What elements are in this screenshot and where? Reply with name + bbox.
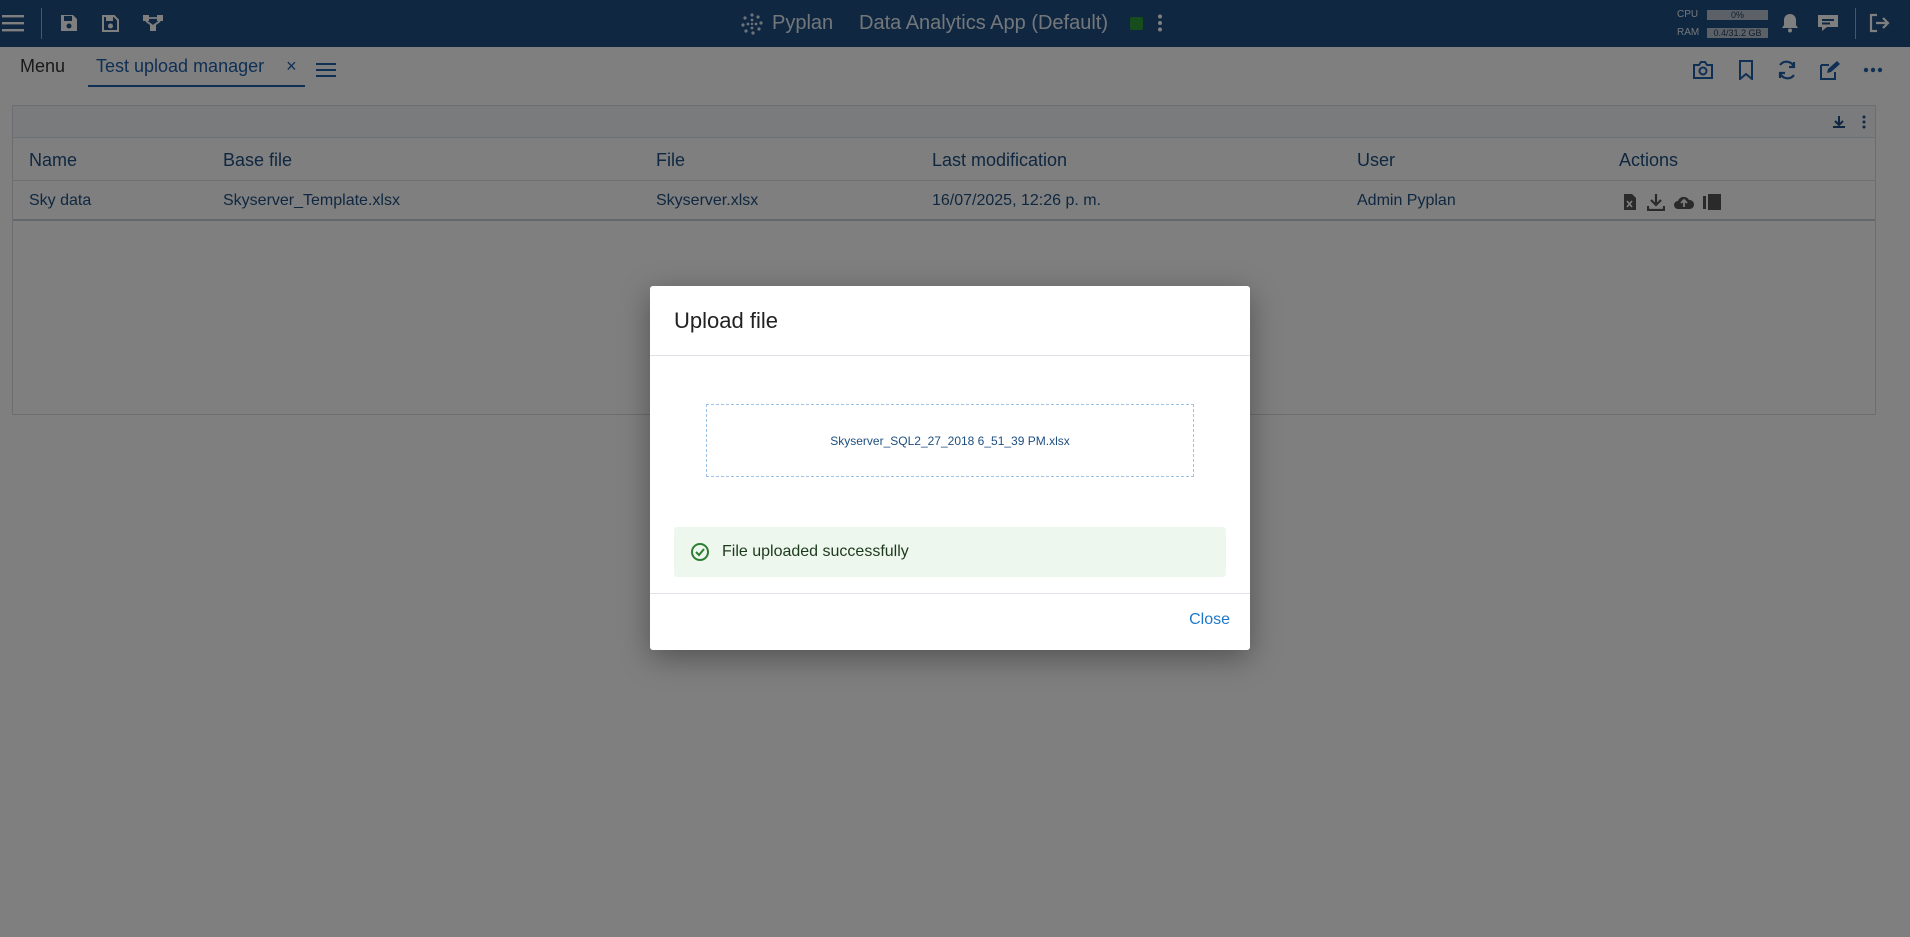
success-alert: File uploaded successfully [674, 527, 1226, 577]
close-button[interactable]: Close [1189, 611, 1230, 629]
dialog-title: Upload file [674, 308, 778, 333]
file-dropzone[interactable]: Skyserver_SQL2_27_2018 6_51_39 PM.xlsx [706, 404, 1194, 477]
check-circle-icon [691, 543, 709, 561]
dialog-divider [650, 355, 1250, 356]
upload-file-dialog: Upload file Skyserver_SQL2_27_2018 6_51_… [650, 286, 1250, 650]
uploaded-file-name: Skyserver_SQL2_27_2018 6_51_39 PM.xlsx [830, 433, 1070, 448]
success-message: File uploaded successfully [722, 543, 909, 560]
dialog-divider [650, 593, 1250, 594]
